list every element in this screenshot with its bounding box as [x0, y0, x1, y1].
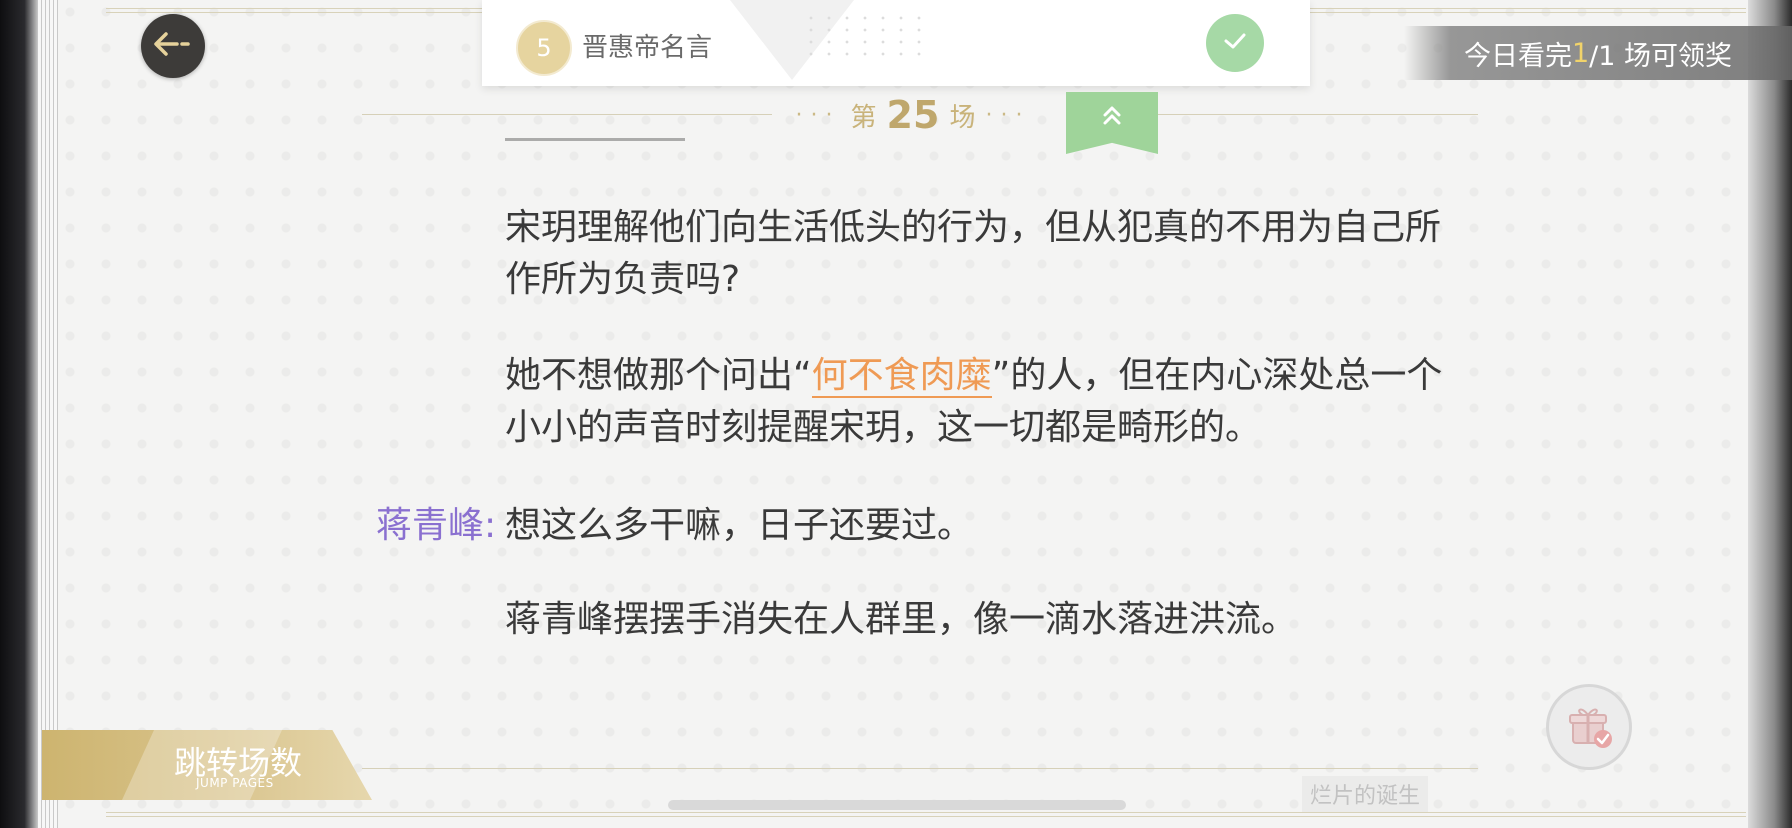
back-button[interactable] [141, 14, 205, 78]
scene-divider-left [362, 114, 772, 115]
story-paragraph: 宋玥理解他们向生活低头的行为，但从犯真的不用为自己所作所为负责吗? [505, 207, 1442, 300]
scene-divider-right [1158, 114, 1478, 115]
term-link[interactable]: 何不食肉糜 [811, 355, 992, 398]
collected-check-button[interactable] [1206, 14, 1264, 72]
dots-decoration: ··· [795, 102, 841, 128]
dots-decoration: ··· [985, 102, 1031, 128]
speaker-name: 蒋青峰: [376, 505, 497, 546]
dialogue-line: 想这么多干嘛，日子还要过。 [505, 505, 974, 546]
bottom-divider [362, 768, 1478, 769]
quote-card[interactable]: 5 晋惠帝名言 [482, 0, 1310, 86]
horizontal-scrollbar[interactable] [668, 800, 1126, 810]
scene-suffix: 场 [949, 102, 976, 133]
back-arrow-icon [153, 31, 193, 61]
gift-icon [1561, 697, 1617, 757]
page-stack [38, 0, 60, 828]
check-icon [1223, 32, 1247, 54]
quote-title: 晋惠帝名言 [582, 33, 713, 63]
clipped-text-line [505, 126, 695, 142]
scene-number: 25 [886, 93, 940, 137]
quote-number-badge: 5 [516, 20, 572, 76]
bottom-border [106, 812, 1746, 817]
chapter-title: 烂片的诞生 [1302, 776, 1429, 812]
jump-pages-sublabel[interactable]: JUMP PAGES [196, 776, 274, 790]
scene-prefix: 第 [850, 102, 877, 133]
paragraph-text: 她不想做那个问出“ [505, 355, 812, 396]
reward-suffix: /1 场可领奖 [1589, 40, 1733, 72]
story-paragraph: 蒋青峰摆摆手消失在人群里，像一滴水落进洪流。 [505, 599, 1298, 640]
story-paragraph: 她不想做那个问出“何不食肉糜”的人，但在内心深处总一个小小的声音时刻提醒宋玥，这… [505, 350, 1445, 454]
daily-reward-banner[interactable]: 今日看完 1 /1 场可领奖 [1404, 26, 1792, 80]
scene-header: ··· 第 25 场 ··· [778, 92, 1048, 138]
gift-button[interactable] [1546, 684, 1632, 770]
reward-prefix: 今日看完 [1463, 40, 1572, 72]
dot-pattern-decoration [802, 12, 922, 62]
double-chevron-up-icon [1099, 102, 1125, 132]
reward-count: 1 [1571, 37, 1590, 69]
page-right-edge [1748, 0, 1792, 828]
